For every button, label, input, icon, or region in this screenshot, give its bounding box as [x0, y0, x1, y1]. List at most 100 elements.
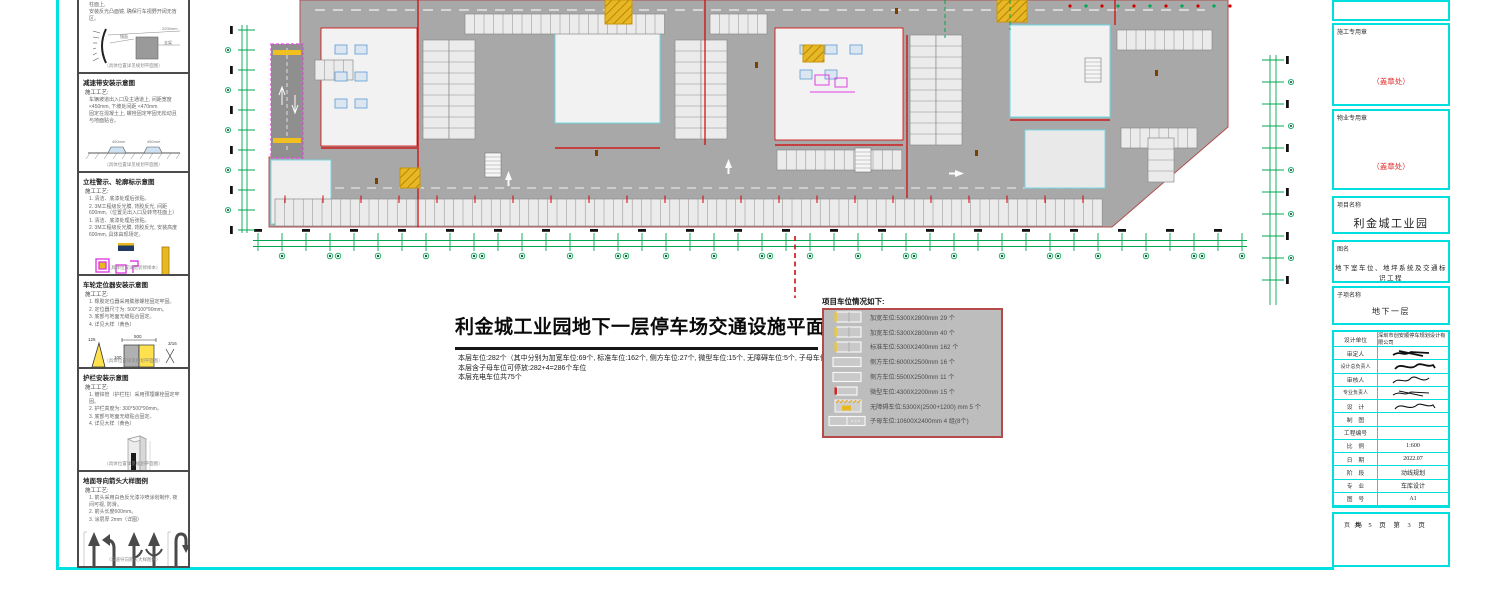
info-row: 审核人 — [1334, 374, 1448, 387]
panel-note: 1. 在车道盲区 (990°) 弯道转角及出入口柱面上, — [89, 0, 180, 8]
info-row-value — [1378, 413, 1448, 425]
panel-note: 2. 护栏高度为: 300*500*90mm。 — [89, 406, 180, 413]
panel-note: 1. 清洁、底漆处理后张贴。 — [89, 218, 180, 225]
info-row-label: 图 号 — [1334, 493, 1378, 505]
panel-note: 车辆坡道出入口及主通道上, 间距宽度 <450mm, 下坡处间距 <470mm — [89, 97, 180, 110]
panel-title: 护栏安装示意图 — [83, 372, 184, 382]
title-underline — [455, 347, 818, 350]
svg-text:支架: 支架 — [164, 39, 172, 45]
sub-item-name: 子项名称地下一层 — [1332, 286, 1450, 325]
panel-title: 减速带安装示意图 — [83, 77, 184, 87]
floor-plan-canvas — [255, 0, 1245, 235]
info-row: 工程编号 — [1334, 427, 1448, 440]
legend-icon-cell — [824, 370, 870, 384]
stamp-panel-label: 物业专用章 — [1337, 113, 1367, 122]
page-number-panel: 页 码共 5 页 第 3 页 — [1332, 512, 1450, 567]
info-row-value — [1378, 360, 1448, 372]
signature-scribble — [1389, 360, 1437, 372]
stamp-panel: 施工专用章 （盖章处） — [1332, 23, 1450, 106]
legend-item: 子母车位:10600X2400mm 4 组(8个) — [824, 414, 1001, 429]
info-row-value: 车库设计 — [1378, 480, 1448, 492]
drawing-sheet: { "sheet": {"border_color": "#00e2e2"}, … — [0, 0, 1510, 600]
stamp-panel-label: 施工专用章 — [1337, 27, 1367, 36]
sheet-border-left — [56, 0, 59, 570]
info-row: 设 计 — [1334, 400, 1448, 413]
info-row-label: 制 图 — [1334, 413, 1378, 425]
stamp-here-text: （盖章处） — [1334, 76, 1448, 87]
legend-icon-cell — [824, 384, 870, 398]
page-value: 共 5 页 第 3 页 — [1334, 519, 1448, 529]
legend-item-label: 侧方车位:6000X2500mm 16 个 — [870, 357, 955, 366]
panel-note: 4. 详见大样（黄色） — [89, 421, 180, 428]
panel-note: 1. 镀锌管（护栏柱）采用预埋螺栓固定牢固。 — [89, 392, 180, 405]
legend-item: 标准车位:5300X2400mm 162 个 — [824, 340, 1001, 355]
panel-note: 1. 清洁、底漆处理后张贴。 — [89, 196, 180, 203]
svg-text:125: 125 — [88, 337, 96, 342]
legend-item: 侧方车位:5500X2500mm 11 个 — [824, 369, 1001, 384]
stall-standard-icon — [827, 340, 867, 354]
panel-note-label: 施工工艺: — [85, 88, 182, 96]
info-row-value — [1378, 347, 1448, 359]
stamp-panel-partial — [1332, 0, 1450, 21]
info-row: 设计单位深圳市创安顺停车规划设计有限公司 — [1334, 332, 1448, 347]
drawing-name-value: 地下室车位、地坪系统及交通标识工程 — [1334, 262, 1448, 282]
panel-caption: （具体位置详见规划平面图） — [79, 63, 188, 69]
info-row: 审定人 — [1334, 347, 1448, 360]
info-row-label: 专 业 — [1334, 480, 1378, 492]
legend-icon-cell — [824, 310, 870, 324]
panel-title: 车轮定位器安装示意图 — [83, 279, 184, 289]
legend-icon-cell — [824, 355, 870, 369]
svg-text:镜面: 镜面 — [120, 33, 128, 39]
legend-item-label: 加宽车位:5300X2800mm 40 个 — [870, 328, 955, 337]
stall-accessible-icon — [827, 399, 867, 413]
info-row-value: 1:600 — [1378, 440, 1448, 452]
stamp-here-text: （盖章处） — [1334, 161, 1448, 172]
panel-caption: （车道导向箭头大样图例） — [79, 557, 188, 563]
info-row: 图 号A1 — [1334, 493, 1448, 506]
legend-icon-cell — [824, 399, 870, 413]
info-table: 设计单位深圳市创安顺停车规划设计有限公司审定人设计总负责人审核人专业负责人设 计… — [1332, 330, 1450, 508]
project-name: 项目名称利金城工业园 — [1332, 196, 1450, 234]
stall-tandem-icon — [827, 414, 867, 428]
panel-drawing: 450mm450mm — [79, 127, 188, 163]
panel-note: 2. 定位器尺寸为: 500*100*90mm。 — [89, 307, 180, 314]
sub-item-name-value: 地下一层 — [1334, 306, 1448, 317]
stall-wide-icon — [827, 325, 867, 339]
info-row-label: 比 例 — [1334, 440, 1378, 452]
info-row-value — [1378, 400, 1448, 412]
plan-title: 利金城工业园地下一层停车场交通设施平面图 — [455, 312, 827, 339]
legend-item: 加宽车位:5300X2800mm 40 个 — [824, 325, 1001, 340]
sub-item-name-label: 子项名称 — [1337, 290, 1361, 299]
info-row-value — [1378, 427, 1448, 439]
stamp-panel: 物业专用章 （盖章处） — [1332, 109, 1450, 190]
stall-wide-icon — [827, 310, 867, 324]
panel-caption: （具体位置详见规划平面图） — [79, 162, 188, 168]
svg-text:2200mm: 2200mm — [162, 26, 178, 31]
info-row-label: 审定人 — [1334, 347, 1378, 359]
info-row-value — [1378, 374, 1448, 386]
stall-micro-icon — [827, 384, 867, 398]
info-row: 专 业车库设计 — [1334, 480, 1448, 493]
panel-note-label: 施工工艺: — [85, 290, 182, 298]
sidebar-panel: 1. 在车道盲区 (990°) 弯道转角及出入口柱面上,安装反光凸面镜, 确保行… — [77, 0, 190, 74]
legend-title: 项目车位情况如下: — [822, 296, 885, 307]
info-row-label: 阶 段 — [1334, 466, 1378, 478]
panel-note: 2. 箭头长度600mm。 — [89, 509, 180, 516]
info-row-value: 深圳市创安顺停车规划设计有限公司 — [1378, 332, 1448, 346]
panel-title: 地面导向箭头大样图例 — [83, 475, 184, 485]
legend-icon-cell — [824, 414, 870, 428]
info-row: 设计总负责人 — [1334, 360, 1448, 373]
stall-side-icon — [827, 370, 867, 384]
signature-scribble — [1389, 374, 1437, 386]
panel-note: 安装反光凸面镜, 确保行车视野开阔无盲区。 — [89, 9, 180, 22]
info-row-label: 专业负责人 — [1334, 387, 1378, 399]
project-name-value: 利金城工业园 — [1334, 215, 1448, 231]
panel-caption: （具体位置详见规划平面图） — [79, 358, 188, 364]
info-row-label: 设 计 — [1334, 400, 1378, 412]
info-row: 制 图 — [1334, 413, 1448, 426]
panel-note: 3. 底部与地面无缝贴合固定。 — [89, 414, 180, 421]
panel-note: 3. 涂层厚 2mm（详图） — [89, 517, 180, 524]
entry-ramp-icon — [271, 44, 303, 158]
drawing-name-label: 图名 — [1337, 244, 1349, 253]
detail-panel-sidebar: 1. 在车道盲区 (990°) 弯道转角及出入口柱面上,安装反光凸面镜, 确保行… — [77, 0, 190, 568]
